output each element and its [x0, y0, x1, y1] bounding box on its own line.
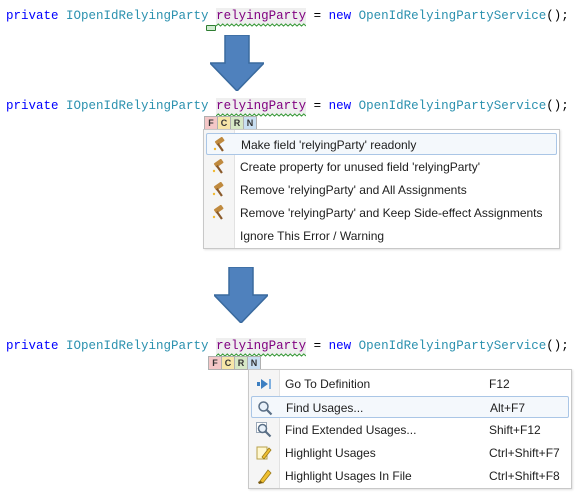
code-tail: (); [546, 339, 569, 353]
nav-highlight-usages[interactable]: Highlight Usages Ctrl+Shift+F7 [251, 442, 569, 464]
code-line-2: private IOpenIdRelyingParty relyingParty… [6, 98, 569, 117]
quickbar-fix-button[interactable]: F [208, 356, 222, 370]
quickbar-create-button[interactable]: C [221, 356, 235, 370]
magnifier-icon [258, 401, 273, 416]
service-type-name: OpenIdRelyingPartyService [358, 9, 547, 23]
field-identifier[interactable]: relyingParty [216, 338, 307, 357]
service-type-name: OpenIdRelyingPartyService [358, 99, 547, 113]
keyword-private: private [6, 339, 59, 353]
code-tail: (); [546, 99, 569, 113]
quickfix-menu: Make field 'relyingParty' readonly Creat… [203, 129, 560, 249]
hammer-icon [212, 205, 224, 220]
navigate-menu: Go To Definition F12 Find Usages... Alt+… [248, 369, 572, 489]
nav-find-usages[interactable]: Find Usages... Alt+F7 [251, 396, 569, 418]
smart-tag-caret-icon[interactable] [206, 25, 216, 31]
keyword-new: new [328, 99, 352, 113]
quickbar: F C R N [204, 116, 257, 130]
quickfix-make-readonly[interactable]: Make field 'relyingParty' readonly [206, 133, 557, 155]
type-name: IOpenIdRelyingParty [66, 99, 209, 113]
nav-find-extended-usages[interactable]: Find Extended Usages... Shift+F12 [251, 419, 569, 441]
quickbar-navigate-button[interactable]: N [247, 356, 261, 370]
assign-operator: = [313, 339, 322, 353]
quickbar-navigate-button[interactable]: N [243, 116, 257, 130]
nav-go-to-definition[interactable]: Go To Definition F12 [251, 373, 569, 395]
quickfix-ignore-warning[interactable]: Ignore This Error / Warning [206, 225, 557, 247]
down-arrow-icon [214, 267, 268, 323]
quickbar-fix-button[interactable]: F [204, 116, 218, 130]
type-name: IOpenIdRelyingParty [66, 339, 209, 353]
type-name: IOpenIdRelyingParty [66, 9, 209, 23]
code-line-1: private IOpenIdRelyingParty relyingParty… [6, 8, 569, 27]
quickfix-create-property[interactable]: Create property for unused field 'relyin… [206, 156, 557, 178]
hammer-icon [212, 159, 224, 174]
keyword-private: private [6, 9, 59, 23]
quickbar-refactor-button[interactable]: R [230, 116, 244, 130]
field-identifier[interactable]: relyingParty [216, 8, 307, 27]
highlight-icon [256, 446, 272, 460]
nav-highlight-usages-in-file[interactable]: Highlight Usages In File Ctrl+Shift+F8 [251, 465, 569, 487]
quickbar-create-button[interactable]: C [217, 116, 231, 130]
keyword-new: new [328, 9, 352, 23]
hammer-icon [212, 182, 224, 197]
quickfix-remove-keep-side-effects[interactable]: Remove 'relyingParty' and Keep Side-effe… [206, 202, 557, 224]
quickbar-refactor-button[interactable]: R [234, 356, 248, 370]
service-type-name: OpenIdRelyingPartyService [358, 339, 547, 353]
keyword-new: new [328, 339, 352, 353]
highlight-file-icon [258, 469, 272, 484]
hammer-icon [213, 137, 225, 152]
down-arrow-icon [210, 35, 264, 91]
field-identifier[interactable]: relyingParty [216, 98, 307, 117]
code-line-3: private IOpenIdRelyingParty relyingParty… [6, 338, 569, 357]
magnifier-extended-icon [256, 422, 272, 438]
keyword-private: private [6, 99, 59, 113]
assign-operator: = [313, 9, 322, 23]
quickfix-remove-all[interactable]: Remove 'relyingParty' and All Assignment… [206, 179, 557, 201]
assign-operator: = [313, 99, 322, 113]
code-tail: (); [546, 9, 569, 23]
go-to-definition-icon [257, 379, 271, 389]
quickbar: F C R N [208, 356, 261, 370]
